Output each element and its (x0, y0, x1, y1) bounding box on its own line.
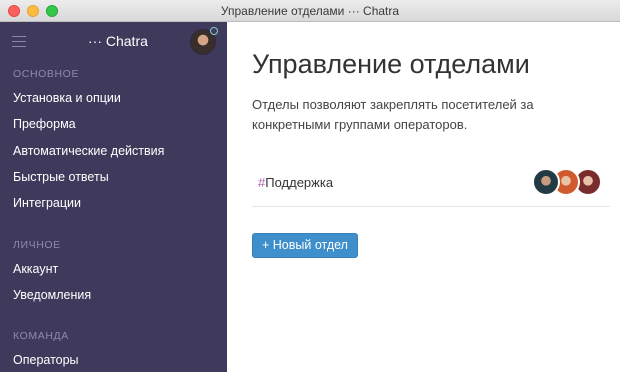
section-title-personal: ЛИЧНОЕ (13, 239, 61, 251)
department-name: #Поддержка (258, 175, 333, 190)
department-operators (532, 168, 604, 196)
main-content: Управление отделами Отделы позволяют зак… (227, 22, 620, 372)
operator-avatar (532, 168, 560, 196)
title-bar: Управление отделами ··· Chatra (0, 0, 620, 22)
online-status-icon (210, 27, 218, 35)
sidebar-item-quick-replies[interactable]: Быстрые ответы (13, 170, 109, 184)
sidebar-item-setup[interactable]: Установка и опции (13, 91, 121, 105)
sidebar-item-preform[interactable]: Преформа (13, 117, 76, 131)
user-avatar[interactable] (190, 27, 218, 55)
sidebar-item-notifications[interactable]: Уведомления (13, 288, 91, 302)
sidebar-item-automatic-actions[interactable]: Автоматические действия (13, 144, 164, 158)
sidebar-item-account[interactable]: Аккаунт (13, 262, 58, 276)
page-description: Отделы позволяют закреплять посетителей … (252, 97, 534, 132)
brand-name: ··· Chatra (88, 33, 148, 49)
app-window: Управление отделами ··· Chatra ··· Chatr… (0, 0, 620, 372)
menu-icon[interactable] (12, 36, 26, 48)
page-title: Управление отделами (252, 49, 530, 79)
section-title-basic: ОСНОВНОЕ (13, 68, 80, 80)
sidebar-item-integrations[interactable]: Интеграции (13, 196, 81, 210)
sidebar: ··· Chatra ОСНОВНОЕ Установка и опции Пр… (0, 22, 227, 372)
new-department-button[interactable]: + Новый отдел (252, 233, 358, 258)
window-title: Управление отделами ··· Chatra (220, 4, 400, 18)
sidebar-item-operators[interactable]: Операторы (13, 353, 79, 367)
department-label: Поддержка (265, 175, 334, 190)
department-row[interactable]: #Поддержка (252, 164, 610, 207)
section-title-team: КОМАНДА (13, 330, 69, 342)
